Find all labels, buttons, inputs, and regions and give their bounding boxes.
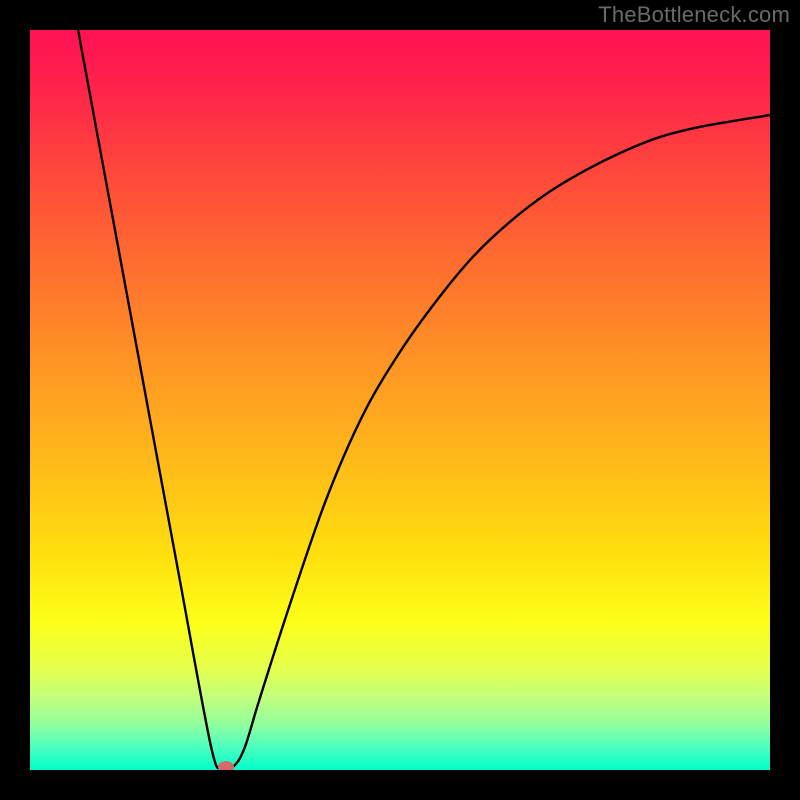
optimal-point-marker [218,761,234,770]
watermark-text: TheBottleneck.com [598,2,790,28]
curve-svg [30,30,770,770]
chart-root: TheBottleneck.com [0,0,800,800]
bottleneck-curve [78,30,770,769]
plot-area [30,30,770,770]
